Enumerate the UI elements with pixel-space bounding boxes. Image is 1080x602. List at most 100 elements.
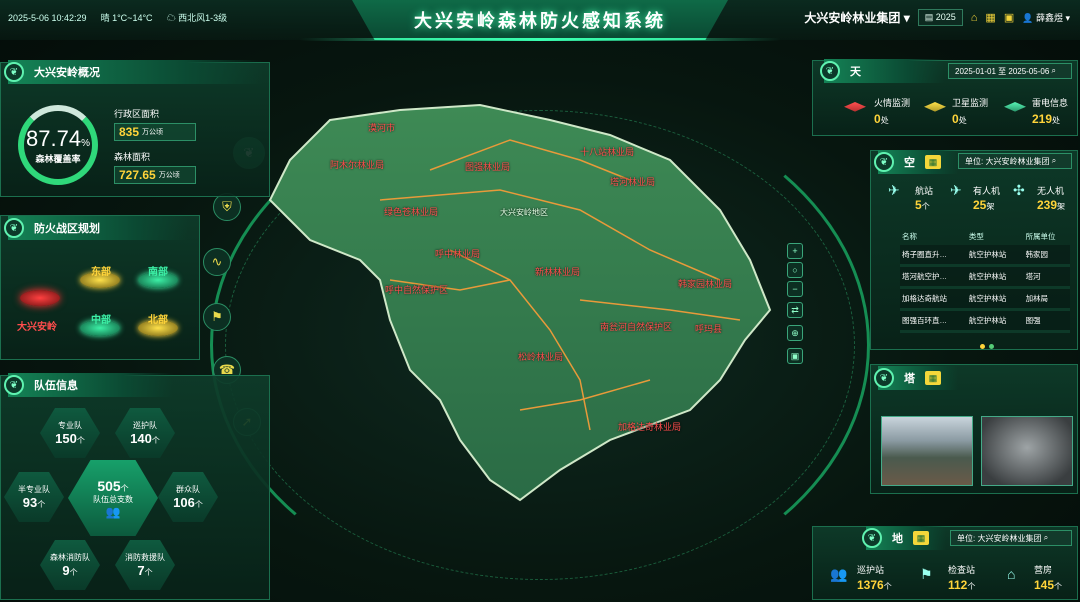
map-label: 南瓮河自然保护区	[600, 322, 673, 332]
patrol-station-label: 巡护站	[857, 565, 885, 575]
tower-camera-feed[interactable]	[881, 416, 973, 486]
barracks-value: 145个	[1034, 578, 1063, 592]
reset-icon[interactable]: ○	[787, 262, 803, 278]
drone-value: 239架	[1037, 198, 1066, 212]
leaf-icon: ❦	[820, 61, 840, 81]
pager-dots	[980, 344, 994, 349]
zone-south-label: 南部	[148, 267, 168, 278]
air-station-table: 名称 类型 所属单位 椅子圈直升… 航空护林站 韩家园 塔河航空护… 航空护林站…	[900, 228, 1070, 333]
map-label: 呼玛县	[695, 324, 723, 334]
drone-label: 无人机	[1037, 186, 1065, 196]
forest-area-label: 森林面积	[114, 152, 151, 162]
leaf-icon: ❦	[4, 375, 24, 395]
map-label: 漠河市	[368, 123, 396, 133]
header-controls: 大兴安岭林业集团 ▾ ▤ 2025 ⌂ ▦ ▣ 👤 薛鑫煜 ▾	[804, 9, 1070, 26]
toolbox-icon[interactable]: ▣	[787, 348, 803, 364]
ground-unit-select[interactable]: 单位: 大兴安岭林业集团 ⌕	[950, 530, 1072, 546]
satellite-label: 卫星监测	[952, 98, 989, 108]
forest-area-value: 727.65 万公顷	[114, 166, 196, 184]
table-header-row: 名称 类型 所属单位	[900, 228, 1070, 245]
home-icon[interactable]: ⌂	[971, 12, 978, 24]
tower-header: ❦ 塔 ▦	[874, 366, 958, 390]
admin-area-label: 行政区面积	[114, 109, 160, 119]
wind-icon: ☁ 西北风1-3级	[166, 13, 228, 23]
year-select[interactable]: ▤ 2025	[917, 9, 963, 26]
pager-dot[interactable]	[989, 344, 994, 349]
table-row[interactable]: 塔河航空护… 航空护林站 塔河	[900, 265, 1070, 289]
map-label: 松岭林业局	[518, 352, 564, 362]
fire-value: 0处	[874, 112, 889, 126]
table-icon[interactable]: ▦	[913, 531, 929, 545]
map-label: 加格达奇林业局	[618, 422, 682, 432]
manned-label: 有人机	[973, 186, 1001, 196]
pager-dot-active[interactable]	[980, 344, 985, 349]
zoom-out-icon[interactable]: −	[787, 281, 803, 297]
layout-icon[interactable]: ▣	[1004, 11, 1014, 24]
admin-area-value: 835 万公顷	[114, 123, 196, 141]
title-glow	[300, 38, 780, 41]
header-info: 2025-5-06 10:42:29 晴 1°C~14°C ☁ 西北风1-3级	[8, 11, 227, 24]
shield-icon[interactable]: ⛨	[213, 193, 241, 221]
swap-icon[interactable]: ⇄	[787, 302, 803, 318]
thunder-label: 雷电信息	[1032, 98, 1069, 108]
plane-icon: ✈	[888, 182, 900, 198]
table-icon[interactable]: ▦	[925, 371, 941, 385]
coverage-value: 87.74%	[26, 126, 90, 151]
zoom-in-icon[interactable]: +	[787, 243, 803, 259]
map-label: 韩家园林业局	[678, 279, 733, 289]
region-map[interactable]	[250, 80, 810, 520]
leaf-icon: ❦	[874, 152, 894, 172]
page-title: 大兴安岭森林防火感知系统	[414, 11, 666, 31]
overview-header: ❦ 大兴安岭概况	[4, 60, 263, 84]
coverage-label: 森林覆盖率	[35, 154, 81, 164]
col-name: 名称	[902, 232, 917, 241]
table-row[interactable]: 加格达奇航站 航空护林站 加林局	[900, 287, 1070, 311]
search-icon: ⌕	[1043, 533, 1049, 542]
zone-main-disc[interactable]	[20, 290, 60, 306]
wind: 西北风1-3级	[178, 13, 228, 23]
fire-label: 火情监测	[874, 98, 911, 108]
flag-icon[interactable]: ⚑	[203, 303, 231, 331]
zone-main-label: 大兴安岭	[17, 322, 57, 333]
grid-icon[interactable]: ▦	[985, 11, 995, 24]
drone-icon: ✣	[1013, 182, 1025, 198]
map-label: 图强林业局	[465, 162, 511, 172]
leaf-icon: ❦	[862, 528, 882, 548]
ground-header: ❦ 地 ▦	[862, 526, 946, 550]
patrol-station-icon: 👥	[830, 566, 848, 582]
map-label: 塔河林业局	[610, 177, 656, 187]
patrol-station-value: 1376个	[857, 578, 892, 592]
user-menu[interactable]: 👤 薛鑫煜 ▾	[1022, 11, 1070, 24]
zone-east-label: 东部	[91, 267, 111, 278]
table-row[interactable]: 图强百环直… 航空护林站 图强	[900, 309, 1070, 333]
zones-header: ❦ 防火战区规划	[4, 216, 188, 240]
table-row[interactable]: 椅子圈直升… 航空护林站 韩家园	[900, 245, 1070, 267]
thunder-value: 219处	[1032, 112, 1061, 126]
date-range-picker[interactable]: 2025-01-01 至 2025-05-06 ⌕	[948, 63, 1072, 79]
globe-icon[interactable]: ⊕	[787, 325, 803, 341]
leaf-icon: ❦	[874, 368, 894, 388]
map-label: 大兴安岭地区	[500, 208, 548, 217]
weather: 晴 1°C~14°C	[100, 13, 153, 23]
map-label: 呼中自然保护区	[385, 285, 449, 295]
zone-north-label: 北部	[148, 315, 168, 326]
teams-header: ❦ 队伍信息	[4, 373, 173, 397]
tower-camera-feed[interactable]	[981, 416, 1073, 486]
table-icon[interactable]: ▦	[925, 155, 941, 169]
aircraft-icon: ✈	[950, 182, 962, 198]
chart-icon[interactable]: ∿	[203, 248, 231, 276]
checkpoint-value: 112个	[948, 578, 976, 592]
map-label: 新林林业局	[535, 267, 581, 277]
datetime: 2025-5-06 10:42:29	[8, 12, 87, 23]
org-select[interactable]: 大兴安岭林业集团 ▾	[804, 9, 909, 26]
barracks-label: 营房	[1034, 565, 1053, 575]
col-type: 类型	[968, 232, 984, 241]
barracks-icon: ⌂	[1007, 566, 1016, 582]
satellite-value: 0处	[952, 112, 967, 126]
air-unit-select[interactable]: 单位: 大兴安岭林业集团 ⌕	[958, 153, 1072, 169]
station-label: 航站	[915, 186, 934, 196]
leaf-icon: ❦	[4, 62, 24, 82]
leaf-icon: ❦	[4, 218, 24, 238]
sky-header: ❦ 天	[820, 59, 944, 83]
map-label: 十八站林业局	[580, 147, 635, 157]
